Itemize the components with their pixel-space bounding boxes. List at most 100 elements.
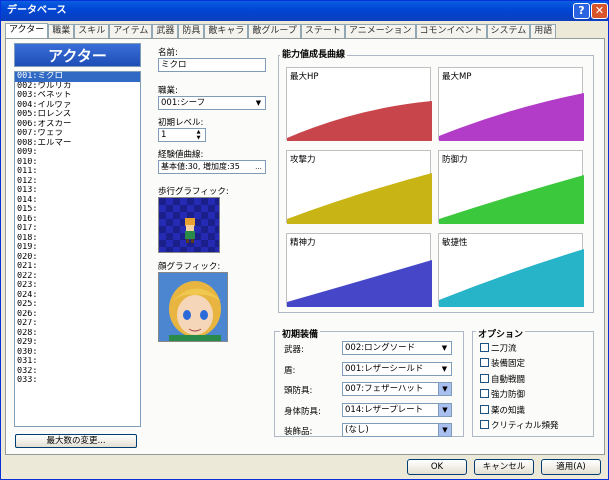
- actor-list-item[interactable]: 023:: [15, 281, 140, 291]
- checkbox-icon[interactable]: [480, 358, 489, 367]
- tab-enemy[interactable]: 敵キャラ: [204, 24, 249, 39]
- actor-list-item[interactable]: 033:: [15, 376, 140, 386]
- tab-state[interactable]: ステート: [300, 24, 345, 39]
- actor-list-item[interactable]: 022:: [15, 272, 140, 282]
- actor-list-item[interactable]: 021:: [15, 262, 140, 272]
- equipment-title: 初期装備: [280, 327, 321, 340]
- title-bar: データベース ? ✕: [1, 1, 608, 21]
- actor-list-item[interactable]: 024:: [15, 291, 140, 301]
- exp-curve-button[interactable]: ...: [252, 161, 265, 173]
- actor-list-item[interactable]: 011:: [15, 167, 140, 177]
- checkbox-icon[interactable]: [480, 405, 489, 414]
- tab-system[interactable]: システム: [486, 24, 531, 39]
- tab-actor[interactable]: アクター: [5, 23, 49, 39]
- actor-list-item[interactable]: 018:: [15, 234, 140, 244]
- tab-item[interactable]: アイテム: [109, 24, 153, 39]
- spin-arrows-icon[interactable]: ▲ ▼: [192, 129, 205, 141]
- tab-common-event[interactable]: コモンイベント: [415, 24, 487, 39]
- actor-list-item[interactable]: 028:: [15, 329, 140, 339]
- graph-agility[interactable]: 敏捷性: [438, 233, 584, 307]
- tab-class[interactable]: 職業: [48, 24, 75, 39]
- class-label: 職業:: [158, 86, 178, 96]
- graph-attack[interactable]: 攻撃力: [286, 150, 432, 224]
- actor-list-item[interactable]: 010:: [15, 158, 140, 168]
- level-stepper[interactable]: 1 ▲ ▼: [158, 128, 206, 142]
- actor-list-item[interactable]: 008:エルマー: [15, 139, 140, 149]
- actor-list-item[interactable]: 031:: [15, 357, 140, 367]
- chevron-down-icon[interactable]: ▼: [438, 424, 451, 436]
- apply-button[interactable]: 適用(A): [541, 459, 601, 475]
- actor-list-item[interactable]: 026:: [15, 310, 140, 320]
- actor-list-item[interactable]: 015:: [15, 205, 140, 215]
- option-pharmacology[interactable]: 薬の知識: [480, 405, 525, 416]
- actor-list-item[interactable]: 030:: [15, 348, 140, 358]
- actor-list-item[interactable]: 027:: [15, 319, 140, 329]
- cancel-button[interactable]: キャンセル: [474, 459, 534, 475]
- help-button[interactable]: ?: [573, 3, 590, 19]
- head-armor-select[interactable]: 007:フェザーハット ▼: [342, 382, 452, 396]
- graph-max-mp[interactable]: 最大MP: [438, 67, 584, 141]
- change-max-button[interactable]: 最大数の変更...: [15, 434, 137, 448]
- shield-select[interactable]: 001:レザーシールド ▼: [342, 362, 452, 376]
- actor-list-item[interactable]: 002:ウルリカ: [15, 82, 140, 92]
- tab-armor[interactable]: 防具: [178, 24, 205, 39]
- checkbox-icon[interactable]: [480, 420, 489, 429]
- actor-list-item[interactable]: 032:: [15, 367, 140, 377]
- accessory-value: (なし): [345, 425, 369, 435]
- actor-list-item[interactable]: 029:: [15, 338, 140, 348]
- class-select[interactable]: 001:シーフ ▼: [158, 96, 266, 110]
- chevron-down-icon[interactable]: ▼: [438, 383, 451, 395]
- graph-spirit[interactable]: 精神力: [286, 233, 432, 307]
- actor-list-item[interactable]: 016:: [15, 215, 140, 225]
- weapon-value: 002:ロングソード: [345, 343, 416, 353]
- checkbox-icon[interactable]: [480, 374, 489, 383]
- accessory-select[interactable]: (なし) ▼: [342, 423, 452, 437]
- graph-label: 最大MP: [442, 72, 472, 82]
- actor-list[interactable]: 001:ミクロ 002:ウルリカ 003:ベネット 004:イルヴァ 005:ロレンス 0…: [14, 71, 141, 427]
- name-field[interactable]: ミクロ: [158, 58, 266, 72]
- actor-list-item[interactable]: 012:: [15, 177, 140, 187]
- tab-bar: アクター 職業 スキル アイテム 武器 防具 敵キャラ 敵グループ ステート ア…: [5, 23, 605, 39]
- tab-panel: アクター 001:ミクロ 002:ウルリカ 003:ベネット 004:イルヴァ 005:…: [5, 38, 605, 455]
- exp-curve-field[interactable]: 基本値:30, 増加度:35 ...: [158, 160, 266, 174]
- weapon-select[interactable]: 002:ロングソード ▼: [342, 341, 452, 355]
- actor-list-header: アクター: [14, 43, 141, 67]
- weapon-label: 武器:: [284, 345, 304, 355]
- body-armor-select[interactable]: 014:レザープレート ▼: [342, 403, 452, 417]
- actor-list-item[interactable]: 025:: [15, 300, 140, 310]
- chevron-down-icon[interactable]: ▼: [438, 404, 451, 416]
- actor-list-item[interactable]: 006:オスカー: [15, 120, 140, 130]
- face-graphic[interactable]: [158, 272, 228, 342]
- close-button[interactable]: ✕: [591, 3, 608, 19]
- actor-list-item[interactable]: 004:イルヴァ: [15, 101, 140, 111]
- graph-max-hp[interactable]: 最大HP: [286, 67, 432, 141]
- checkbox-icon[interactable]: [480, 343, 489, 352]
- actor-list-item[interactable]: 013:: [15, 186, 140, 196]
- chevron-down-icon[interactable]: ▼: [438, 342, 451, 354]
- actor-list-item[interactable]: 009:: [15, 148, 140, 158]
- option-super-guard[interactable]: 強力防御: [480, 389, 525, 400]
- tab-skill[interactable]: スキル: [74, 24, 110, 39]
- tab-weapon[interactable]: 武器: [152, 24, 179, 39]
- actor-list-item[interactable]: 003:ベネット: [15, 91, 140, 101]
- chevron-down-icon[interactable]: ▼: [438, 363, 451, 375]
- option-critical-bonus[interactable]: クリティカル頻発: [480, 420, 559, 431]
- actor-list-item[interactable]: 017:: [15, 224, 140, 234]
- actor-list-item[interactable]: 005:ロレンス: [15, 110, 140, 120]
- tab-terms[interactable]: 用語: [530, 24, 557, 39]
- ok-button[interactable]: OK: [407, 459, 467, 475]
- walk-graphic[interactable]: [158, 197, 220, 253]
- actor-list-item[interactable]: 014:: [15, 196, 140, 206]
- actor-list-item[interactable]: 001:ミクロ: [15, 72, 140, 82]
- graph-defense[interactable]: 防御力: [438, 150, 584, 224]
- option-auto-battle[interactable]: 自動戦闘: [480, 374, 525, 385]
- option-two-swords[interactable]: 二刀流: [480, 343, 517, 354]
- actor-list-item[interactable]: 020:: [15, 253, 140, 263]
- tab-animation[interactable]: アニメーション: [344, 24, 416, 39]
- tab-troop[interactable]: 敵グループ: [248, 24, 301, 39]
- checkbox-icon[interactable]: [480, 389, 489, 398]
- actor-list-item[interactable]: 019:: [15, 243, 140, 253]
- chevron-down-icon[interactable]: ▼: [252, 97, 265, 109]
- actor-list-item[interactable]: 007:ヴェラ: [15, 129, 140, 139]
- option-fixed-equipment[interactable]: 装備固定: [480, 358, 525, 369]
